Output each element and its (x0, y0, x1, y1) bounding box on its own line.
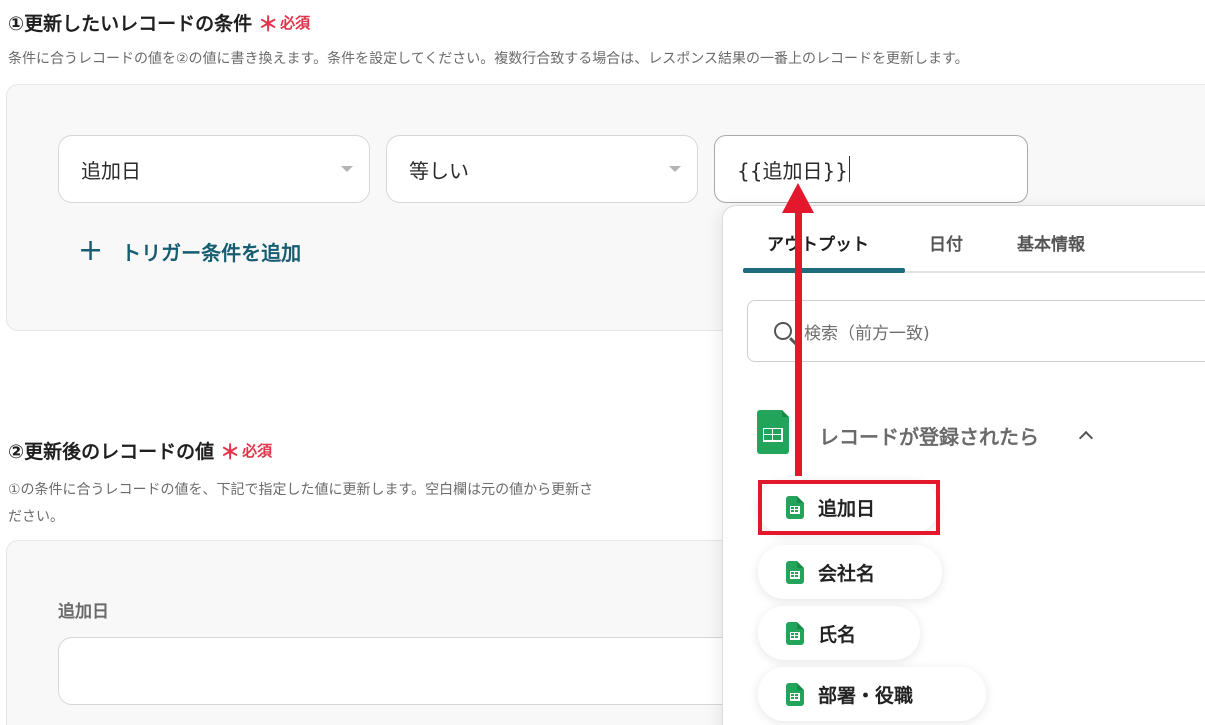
search-placeholder: 検索（前方一致) (804, 323, 930, 344)
operator-select[interactable]: 等しい (386, 135, 698, 203)
chevron-down-icon (669, 166, 681, 172)
chevron-up-icon[interactable] (1078, 430, 1094, 446)
annotation-arrow-shaft (795, 210, 802, 476)
active-tab-indicator (743, 268, 905, 273)
condition-description: 条件に合うレコードの値を②の値に書き換えます。条件を設定してください。複数行合致… (8, 51, 969, 67)
google-sheets-icon (786, 621, 804, 645)
operator-select-value: 等しい (409, 158, 469, 183)
field-select-value: 追加日 (81, 158, 141, 183)
plus-icon: + (78, 233, 104, 268)
output-search-input[interactable]: 検索（前方一致) (747, 300, 1205, 362)
output-item-label: 会社名 (818, 562, 876, 585)
condition-section-title: ①更新したいレコードの条件 ＊ 必須 (8, 8, 310, 37)
add-condition-label: トリガー条件を追加 (121, 240, 302, 265)
search-icon (774, 322, 792, 340)
google-sheets-icon (757, 410, 789, 454)
value-description-line1: ①の条件に合うレコードの値を、下記で指定した値に更新します。空白欄は元の値から更… (8, 482, 594, 498)
text-cursor (848, 156, 850, 182)
field-select[interactable]: 追加日 (58, 135, 370, 203)
required-asterisk: ＊ (220, 440, 241, 464)
output-item-label: 部署・役職 (818, 684, 914, 707)
added-date-value-field[interactable] (58, 637, 778, 705)
value-title-text: ②更新後のレコードの値 (8, 441, 215, 463)
chevron-down-icon (341, 166, 353, 172)
value-section-title: ②更新後のレコードの値 ＊ 必須 (8, 436, 272, 465)
output-item-label: 氏名 (818, 623, 857, 646)
field-label-added-date: 追加日 (58, 602, 109, 622)
condition-value-input[interactable]: {{追加日}} (714, 135, 1028, 203)
condition-value-text: {{追加日}} (737, 158, 848, 183)
add-trigger-condition-link[interactable]: + トリガー条件を追加 (78, 236, 301, 266)
annotation-highlight-box (758, 480, 940, 535)
google-sheets-icon (786, 560, 804, 584)
google-sheets-icon (786, 682, 804, 706)
value-description-line2: ださい。 (8, 509, 64, 525)
tab-basic-info[interactable]: 基本情報 (1017, 230, 1085, 255)
required-label: 必須 (280, 14, 311, 32)
output-item-full-name[interactable]: 氏名 (758, 606, 920, 660)
output-group-label: レコードが登録されたら (819, 425, 1039, 449)
output-item-company-name[interactable]: 会社名 (758, 545, 942, 599)
condition-title-text: ①更新したいレコードの条件 (8, 13, 253, 35)
tab-output[interactable]: アウトプット (767, 230, 869, 255)
required-label: 必須 (242, 442, 273, 460)
tab-date[interactable]: 日付 (929, 230, 963, 255)
annotation-arrow-head (782, 183, 814, 213)
output-item-department-position[interactable]: 部署・役職 (758, 667, 986, 721)
required-asterisk: ＊ (258, 12, 279, 36)
